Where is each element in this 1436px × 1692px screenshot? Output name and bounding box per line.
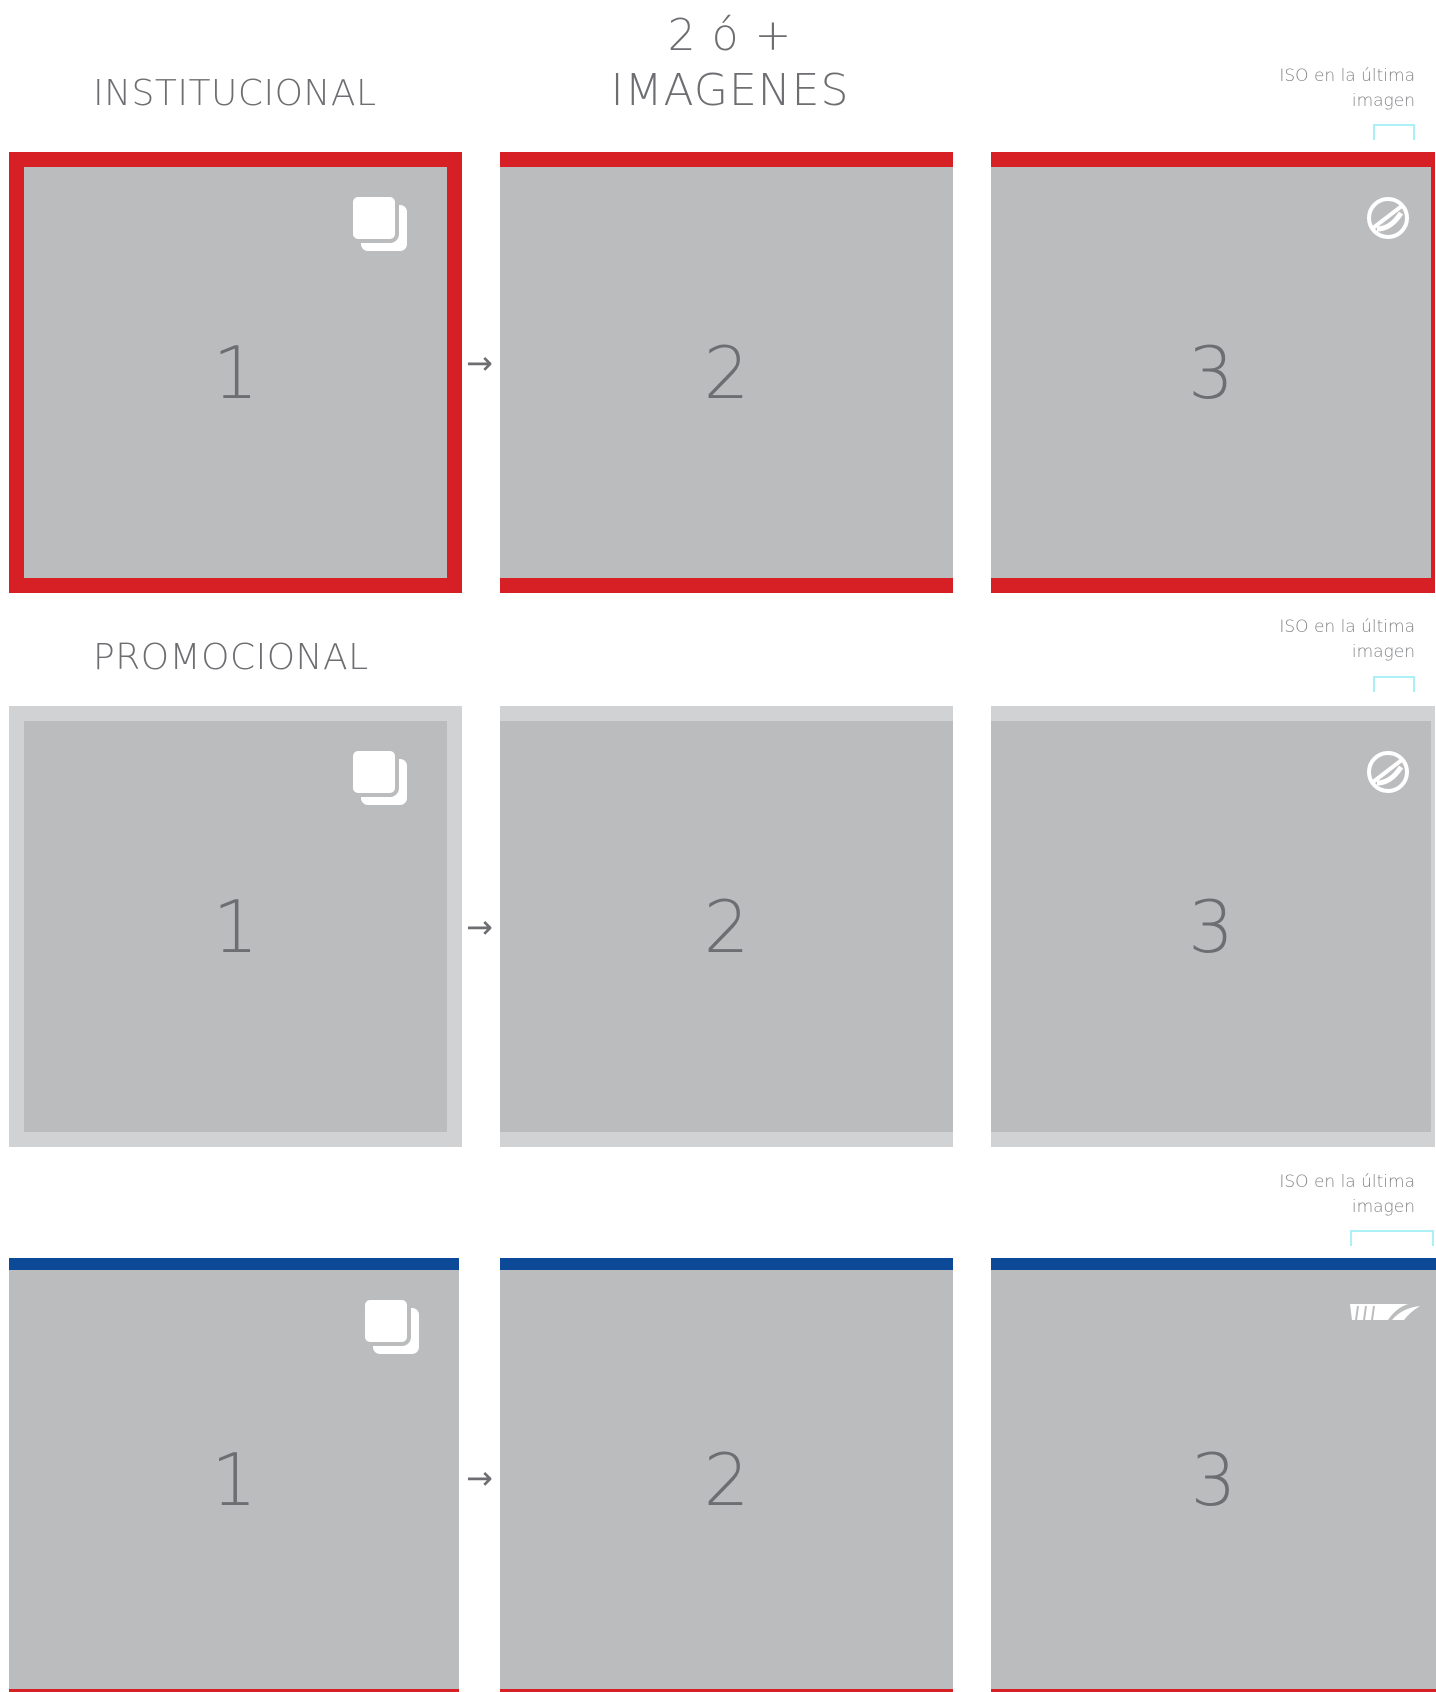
- brand-stripes-icon: [1350, 1304, 1420, 1321]
- iso-note-line2: imagen: [1351, 91, 1415, 111]
- page-title-line2: IMAGENES: [610, 65, 850, 116]
- iso-note-line1: ISO en la última: [1279, 66, 1415, 86]
- iso-note: ISO en la última imagen: [1230, 64, 1415, 114]
- layers-icon: [351, 749, 407, 805]
- layers-icon: [363, 1298, 419, 1354]
- panel-2: 2: [500, 1258, 953, 1692]
- page-title-line1: 2 ó +: [667, 10, 793, 61]
- iso-note: ISO en la última imagen: [1230, 1170, 1415, 1220]
- layers-icon: [351, 195, 407, 251]
- panel-number: 1: [212, 330, 259, 415]
- panel-1: 1: [9, 706, 462, 1147]
- iso-logo-icon: [1367, 751, 1409, 793]
- iso-note-line1: ISO en la última: [1279, 617, 1415, 637]
- panel-3: 3: [991, 152, 1435, 593]
- iso-bracket: [1373, 676, 1415, 692]
- iso-bracket: [1350, 1230, 1434, 1246]
- panel-1: 1: [9, 152, 462, 593]
- panel-3: 3: [991, 706, 1435, 1147]
- panel-1: 1: [9, 1258, 459, 1692]
- iso-note-line2: imagen: [1351, 1197, 1415, 1217]
- arrow-right: →: [466, 1459, 493, 1497]
- section-title-promocional: PROMOCIONAL: [93, 637, 369, 678]
- panel-number: 3: [1188, 884, 1234, 969]
- panel-2: 2: [500, 152, 953, 593]
- panel-number: 3: [1188, 330, 1234, 415]
- panel-number: 2: [703, 1437, 750, 1522]
- panel-2: 2: [500, 706, 953, 1147]
- panel-number: 2: [703, 330, 750, 415]
- iso-bracket: [1373, 124, 1415, 140]
- iso-note: ISO en la última imagen: [1230, 615, 1415, 665]
- iso-logo-icon: [1367, 197, 1409, 239]
- iso-note-line2: imagen: [1351, 642, 1415, 662]
- panel-number: 1: [211, 1437, 257, 1522]
- page-title: 2 ó + IMAGENES: [560, 8, 900, 118]
- panel-number: 1: [212, 884, 259, 969]
- panel-3: 3: [991, 1258, 1436, 1692]
- arrow-right: →: [466, 344, 493, 382]
- arrow-right: →: [466, 908, 493, 946]
- panel-number: 3: [1190, 1437, 1237, 1522]
- panel-number: 2: [703, 884, 750, 969]
- iso-note-line1: ISO en la última: [1279, 1172, 1415, 1192]
- section-title-institucional: INSTITUCIONAL: [93, 73, 377, 114]
